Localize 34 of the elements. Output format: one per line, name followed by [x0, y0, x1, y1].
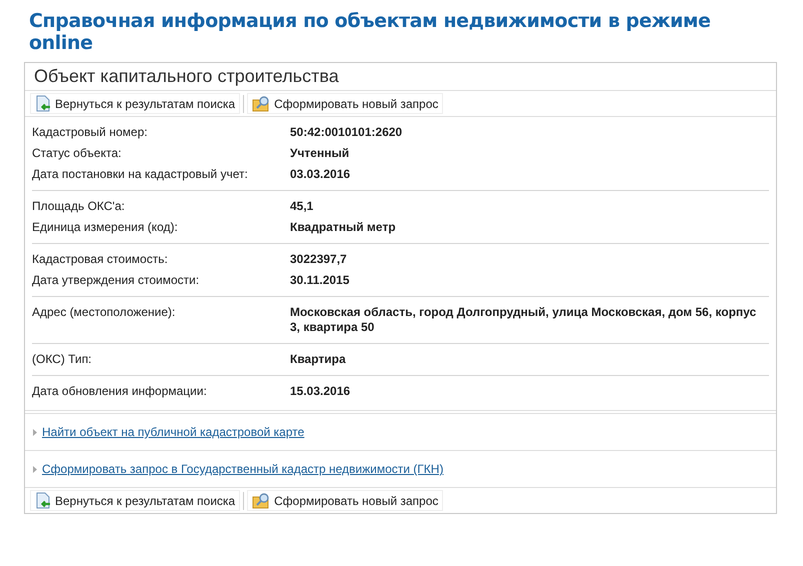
folder-magnifier-icon [252, 95, 272, 112]
field-label: Дата обновления информации: [32, 384, 208, 399]
triangle-icon [33, 428, 37, 436]
field-value: Московская область, город Долгопрудный, улица Московская, дом 56, корпус 3, квартира 50 [290, 305, 758, 335]
field-value: 3022397,7 [290, 252, 348, 267]
toolbar-button[interactable]: Вернуться к результатам поиска [30, 93, 240, 114]
toolbar-button[interactable]: Сформировать новый запрос [247, 93, 444, 114]
triangle-icon [33, 466, 37, 472]
field-value: Квадратный метр [290, 220, 397, 235]
toolbar-button[interactable]: Сформировать новый запрос [247, 490, 444, 511]
field-value: Квартира [290, 352, 347, 367]
folder-magnifier-icon [252, 492, 272, 509]
field-label: Дата постановки на кадастровый учет: [32, 167, 249, 182]
field-label: Адрес (местоположение): [32, 305, 176, 321]
field-label: Кадастровый номер: [32, 125, 148, 140]
document-arrow-icon [35, 492, 52, 509]
field-value: 45,1 [290, 199, 314, 214]
panel-title: Объект капитального строительства [25, 63, 776, 91]
field-label: Кадастровая стоимость: [32, 252, 169, 267]
page-title: Справочная информация по объектам недвижимости в режиме online [29, 10, 712, 54]
field-value: 15.03.2016 [290, 384, 352, 399]
link[interactable]: Найти объект на публичной кадастровой карте [42, 425, 304, 439]
field-value: 03.03.2016 [290, 167, 352, 182]
field-label: Дата утверждения стоимости: [32, 273, 200, 288]
link[interactable]: Сформировать запрос в Государственный кадастр недвижимости (ГКН) [42, 462, 444, 476]
field-label: Статус объекта: [32, 146, 122, 161]
field-value: 30.11.2015 [290, 273, 350, 288]
document-arrow-icon [35, 95, 52, 112]
field-label: (ОКС) Тип: [32, 352, 93, 367]
field-label: Единица измерения (код): [32, 220, 179, 235]
field-value: 50:42:0010101:2620 [290, 125, 404, 140]
field-label: Площадь ОКС'а: [32, 199, 126, 214]
field-value: Учтенный [290, 146, 350, 161]
toolbar-button[interactable]: Вернуться к результатам поиска [30, 490, 240, 511]
